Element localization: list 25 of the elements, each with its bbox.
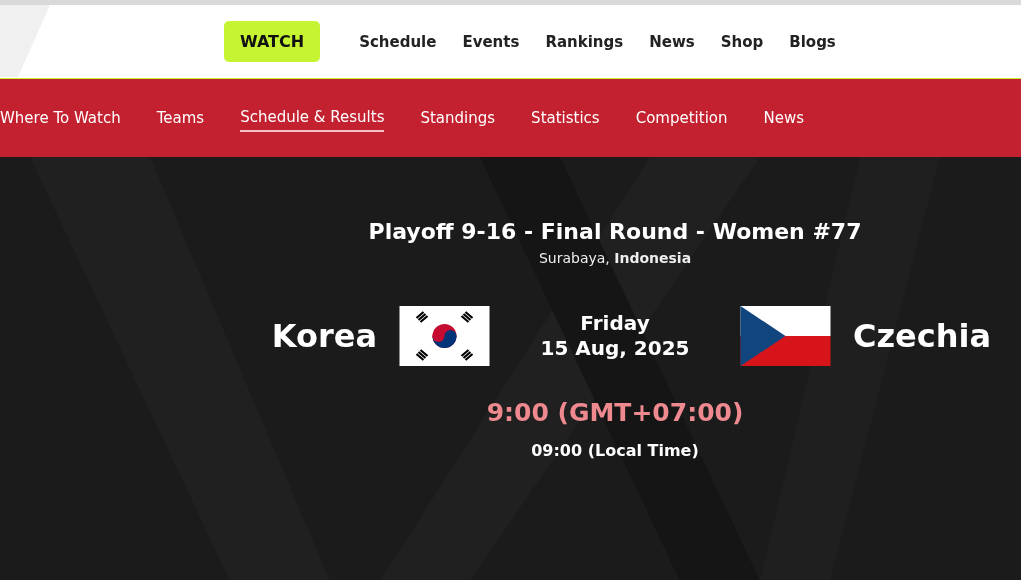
local-time: 09:00 (Local Time) (531, 441, 699, 460)
nav-link[interactable]: Events (462, 32, 520, 51)
team-name: Czechia (853, 317, 992, 355)
section-tab[interactable]: News (763, 105, 805, 131)
section-tab[interactable]: Competition (635, 105, 728, 131)
match-location: Surabaya, Indonesia (538, 250, 692, 266)
flag-icon (740, 306, 831, 366)
section-tab[interactable]: Teams (156, 105, 205, 131)
section-tab[interactable]: Schedule & Results (240, 104, 385, 132)
section-tab[interactable]: Standings (420, 105, 496, 131)
nav-link[interactable]: News (649, 32, 695, 51)
match-time: 9:00 (GMT+07:00) (486, 398, 744, 427)
nav-link[interactable]: Blogs (789, 32, 836, 51)
nav-link[interactable]: Rankings (545, 32, 624, 51)
section-tab[interactable]: Where To Watch (0, 105, 121, 131)
team-name: Korea (271, 317, 377, 355)
flag-icon (399, 306, 490, 366)
match-date: 15 Aug, 2025 (540, 336, 690, 361)
match-title: Playoff 9-16 - Final Round - Women #77 (368, 219, 862, 244)
watch-button[interactable]: WATCH (224, 21, 321, 62)
corner-shape (0, 5, 50, 77)
section-tab[interactable]: Statistics (531, 105, 600, 131)
match-day: Friday (540, 311, 690, 336)
nav-link[interactable]: Shop (720, 32, 764, 51)
nav-link[interactable]: Schedule (359, 32, 437, 51)
